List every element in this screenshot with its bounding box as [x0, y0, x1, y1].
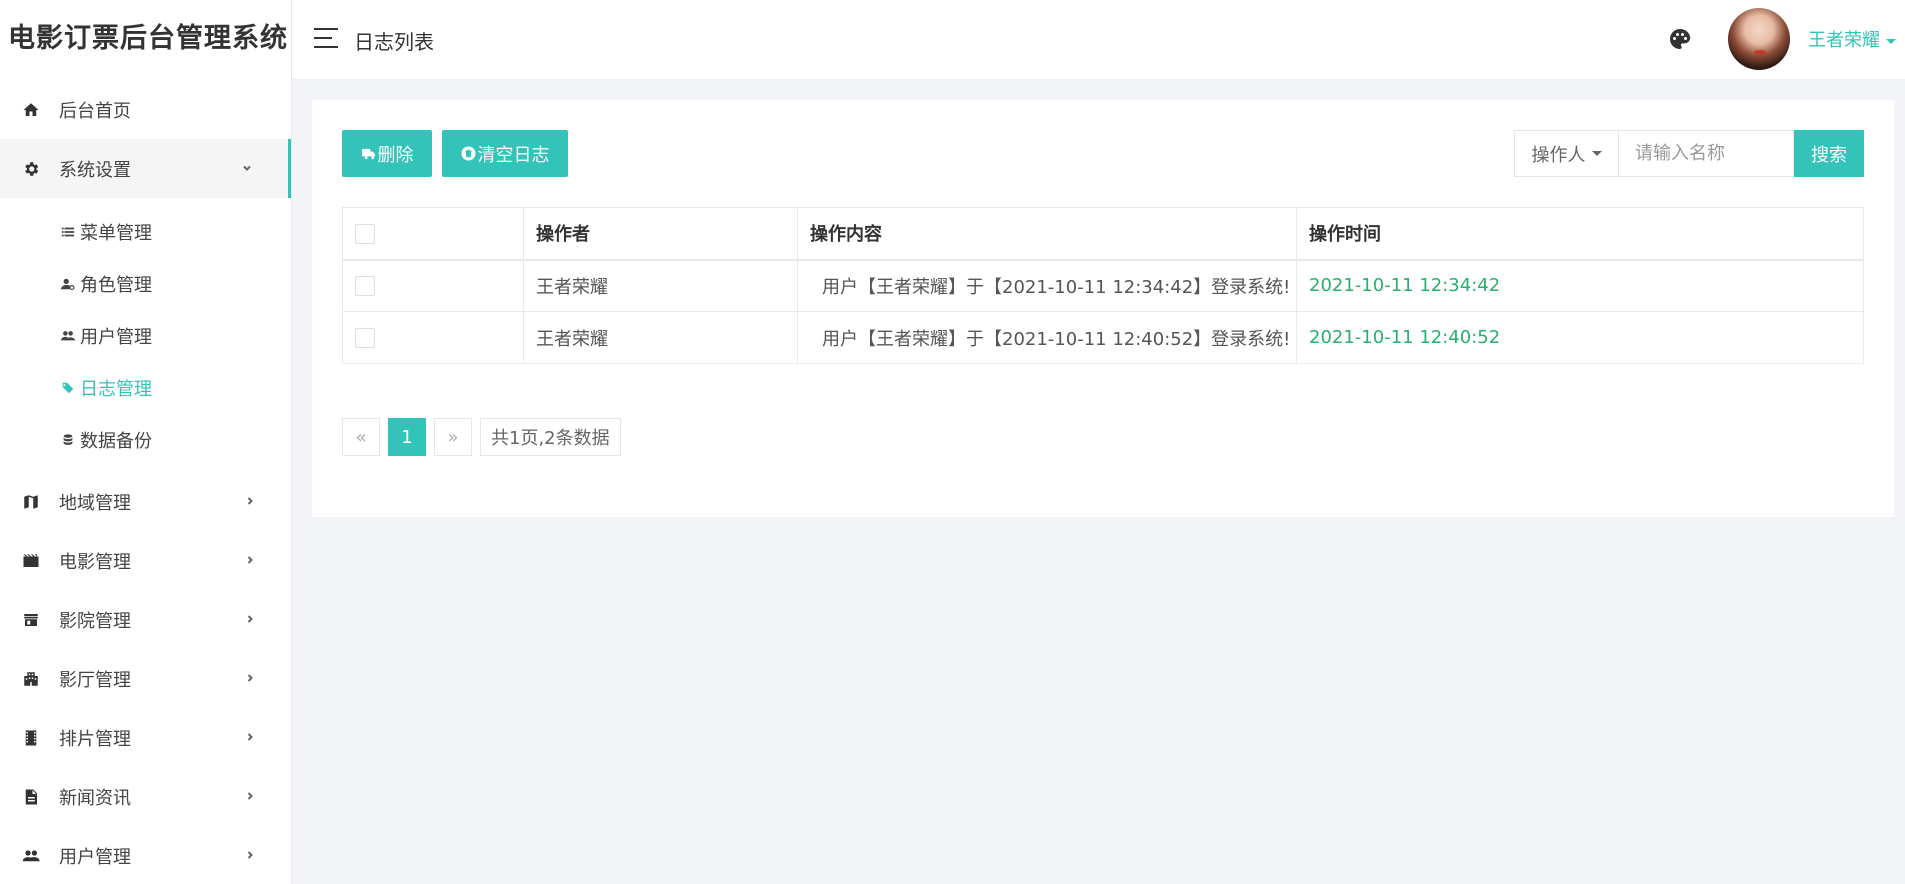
column-header-content: 操作内容: [797, 207, 1297, 261]
sidebar-item-role-manage[interactable]: 角色管理: [0, 258, 291, 310]
chevron-right-icon: [245, 789, 255, 805]
row-checkbox-cell: [342, 259, 524, 312]
sidebar-item-label: 影厅管理: [59, 669, 131, 691]
page-info: 共1页,2条数据: [480, 418, 621, 456]
chevron-down-icon: [242, 161, 252, 177]
sidebar-item-label: 新闻资讯: [59, 787, 131, 809]
sidebar: 电影订票后台管理系统 后台首页 系统设置 菜单管理 角色管理 用户管理 日志管理…: [0, 0, 292, 884]
users-icon: [60, 328, 76, 344]
chevron-right-icon: [245, 612, 255, 628]
page-number-button[interactable]: 1: [388, 418, 426, 456]
search-button[interactable]: 搜索: [1794, 130, 1864, 177]
tag-icon: [60, 380, 76, 396]
page-title: 日志列表: [354, 30, 434, 54]
sidebar-item-menu-manage[interactable]: 菜单管理: [0, 206, 291, 258]
row-checkbox[interactable]: [355, 276, 375, 297]
sidebar-item-label: 排片管理: [59, 728, 131, 750]
row-checkbox-cell: [342, 311, 524, 364]
submenu-system-settings: 菜单管理 角色管理 用户管理 日志管理 数据备份: [0, 198, 291, 472]
sidebar-item-cinema[interactable]: 影院管理: [0, 590, 291, 649]
log-table: 操作者 操作内容 操作时间 王者荣耀 用户【王者荣耀】于【2021-10-11 …: [342, 207, 1864, 364]
caret-down-icon: [1886, 38, 1896, 44]
search-input[interactable]: [1618, 130, 1794, 177]
content-cell: 用户【王者荣耀】于【2021-10-11 12:40:52】登录系统!: [797, 311, 1297, 364]
home-icon: [20, 99, 42, 121]
user-menu[interactable]: 王者荣耀: [1808, 26, 1896, 52]
table-row[interactable]: 王者荣耀 用户【王者荣耀】于【2021-10-11 12:40:52】登录系统!…: [342, 311, 1864, 364]
store-icon: [20, 609, 42, 631]
document-icon: [20, 786, 42, 808]
next-page-button[interactable]: »: [434, 418, 472, 456]
caret-down-icon: [1591, 151, 1602, 156]
sidebar-item-label: 影院管理: [59, 610, 131, 632]
chevron-right-icon: [245, 730, 255, 746]
sidebar-item-schedule[interactable]: 排片管理: [0, 708, 291, 767]
prev-page-button[interactable]: «: [342, 418, 380, 456]
people-icon: [20, 845, 42, 867]
filmstrip-icon: [20, 727, 42, 749]
sidebar-item-label: 系统设置: [59, 159, 131, 181]
avatar[interactable]: [1728, 8, 1790, 70]
user-name: 王者荣耀: [1808, 30, 1880, 51]
select-all-cell: [342, 207, 524, 261]
sidebar-item-news[interactable]: 新闻资讯: [0, 767, 291, 826]
operator-select-label: 操作人: [1531, 144, 1586, 166]
delete-button[interactable]: 删除: [342, 130, 432, 177]
operator-select[interactable]: 操作人: [1514, 130, 1618, 177]
building-icon: [20, 668, 42, 690]
sidebar-item-system-settings[interactable]: 系统设置: [0, 139, 291, 198]
sidebar-item-users[interactable]: 用户管理: [0, 826, 291, 884]
select-all-checkbox[interactable]: [355, 223, 375, 244]
sidebar-item-data-backup[interactable]: 数据备份: [0, 414, 291, 466]
sidebar-item-hall[interactable]: 影厅管理: [0, 649, 291, 708]
palette-icon[interactable]: [1668, 27, 1692, 51]
content-cell: 用户【王者荣耀】于【2021-10-11 12:34:42】登录系统!: [797, 259, 1297, 312]
chevron-right-icon: [245, 671, 255, 687]
top-header: 日志列表 王者荣耀: [292, 0, 1905, 80]
clear-log-button-label: 清空日志: [477, 144, 550, 166]
gear-icon: [20, 158, 42, 180]
sidebar-item-label: 后台首页: [59, 100, 131, 122]
chevron-right-icon: [245, 848, 255, 864]
map-icon: [20, 491, 42, 513]
sidebar-item-label: 菜单管理: [80, 223, 152, 244]
time-cell: 2021-10-11 12:40:52: [1296, 311, 1864, 364]
database-icon: [60, 432, 76, 448]
list-icon: [60, 224, 76, 240]
clear-log-button[interactable]: 清空日志: [442, 130, 568, 177]
sidebar-item-label: 用户管理: [80, 327, 152, 348]
table-row[interactable]: 王者荣耀 用户【王者荣耀】于【2021-10-11 12:34:42】登录系统!…: [342, 259, 1864, 312]
row-checkbox[interactable]: [355, 328, 375, 348]
sidebar-item-log-manage[interactable]: 日志管理: [0, 362, 291, 414]
truck-icon: [361, 148, 375, 160]
log-list-panel: 删除 清空日志 操作人 搜索 操作者 操作内容 操作时间 王者荣耀 用户【王者荣…: [312, 100, 1894, 517]
sidebar-item-label: 地域管理: [59, 492, 131, 514]
operator-cell: 王者荣耀: [523, 311, 798, 364]
sidebar-item-region[interactable]: 地域管理: [0, 472, 291, 531]
sidebar-item-label: 电影管理: [59, 551, 131, 573]
sidebar-item-user-manage[interactable]: 用户管理: [0, 310, 291, 362]
operator-cell: 王者荣耀: [523, 259, 798, 312]
sidebar-item-home[interactable]: 后台首页: [0, 80, 291, 139]
sidebar-item-movie[interactable]: 电影管理: [0, 531, 291, 590]
search-group: 操作人 搜索: [1514, 130, 1864, 177]
table-header-row: 操作者 操作内容 操作时间: [342, 207, 1864, 261]
sidebar-item-label: 数据备份: [80, 431, 152, 452]
column-header-time: 操作时间: [1296, 207, 1864, 261]
column-header-operator: 操作者: [523, 207, 798, 261]
film-icon: [20, 550, 42, 572]
trash-icon: [460, 146, 476, 161]
chevron-right-icon: [245, 553, 255, 569]
delete-button-label: 删除: [377, 144, 414, 166]
sidebar-item-label: 用户管理: [59, 846, 131, 868]
user-role-icon: [60, 276, 76, 292]
chevron-right-icon: [245, 494, 255, 510]
pagination: « 1 » 共1页,2条数据: [342, 418, 621, 456]
sidebar-item-label: 角色管理: [80, 275, 152, 296]
menu-toggle-icon[interactable]: [314, 28, 338, 50]
sidebar-item-label: 日志管理: [80, 379, 152, 400]
time-cell: 2021-10-11 12:34:42: [1296, 259, 1864, 312]
brand-title: 电影订票后台管理系统: [8, 23, 288, 54]
